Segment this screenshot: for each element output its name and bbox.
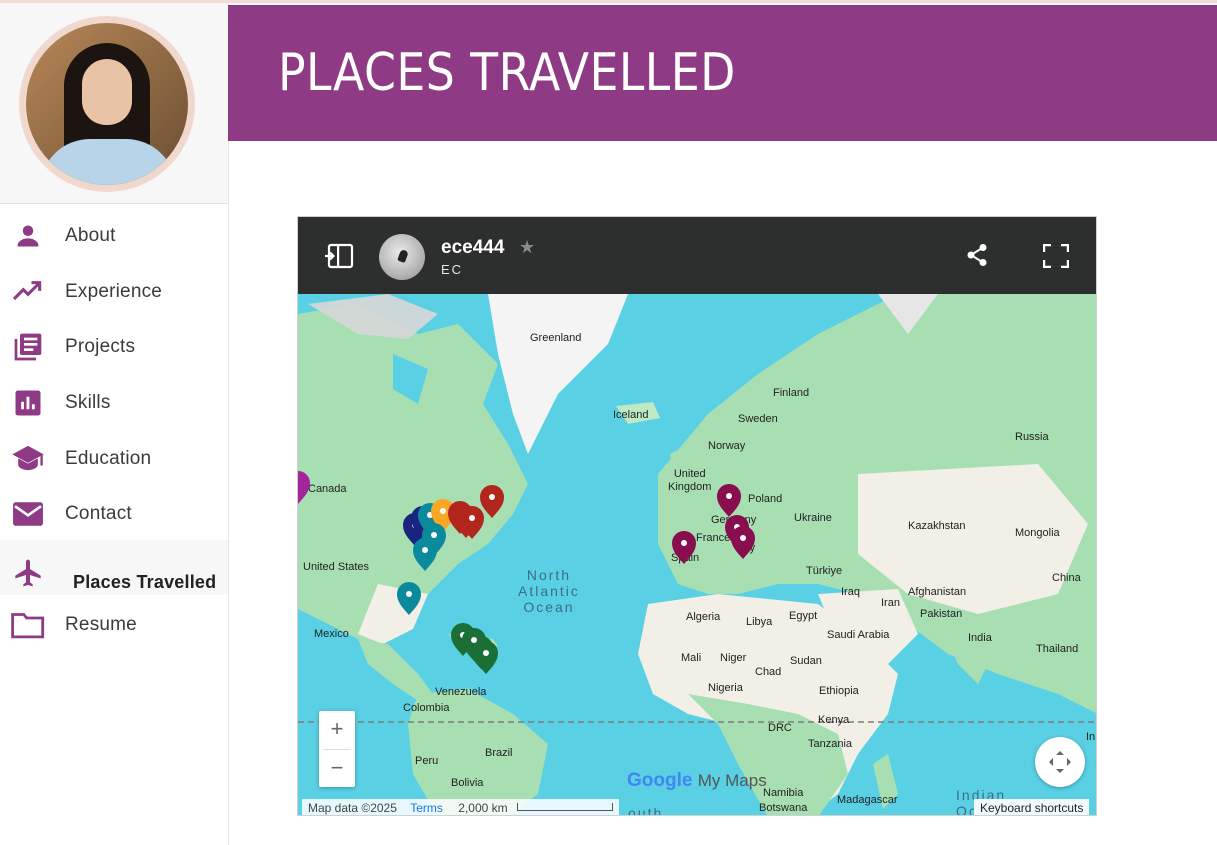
scale-bar: [516, 803, 613, 811]
share-icon[interactable]: [966, 243, 988, 272]
pin-spain[interactable]: [672, 531, 696, 564]
sidebar-item-projects[interactable]: Projects: [0, 322, 228, 372]
google-my-maps-logo: Google My Maps: [627, 770, 767, 791]
pin-newfoundland[interactable]: [480, 485, 504, 518]
mail-icon: [11, 497, 45, 531]
sidebar-item-places-travelled[interactable]: Places Travelled: [0, 540, 228, 595]
map-embed[interactable]: ece444 ★ EC Greenland Iceland Finland Sw…: [297, 216, 1097, 816]
person-icon: [11, 219, 45, 253]
fullscreen-icon[interactable]: [1042, 243, 1070, 273]
sidebar-item-label: Experience: [65, 281, 163, 302]
pin-florida[interactable]: [397, 582, 421, 615]
sidebar-item-label: About: [65, 225, 116, 246]
pin-netherlands[interactable]: [717, 484, 741, 517]
graduation-cap-icon: [11, 442, 45, 476]
sidebar-item-label: Places Travelled: [73, 572, 217, 592]
map-canvas[interactable]: Greenland Iceland Finland Sweden Norway …: [298, 294, 1096, 815]
sidebar-item-label: Projects: [65, 336, 136, 357]
sidebar-item-label: Contact: [65, 503, 132, 524]
library-books-icon: [11, 330, 45, 364]
sidebar-item-about[interactable]: About: [0, 211, 228, 261]
profile-photo: [26, 23, 188, 185]
profile-section: [0, 3, 228, 204]
map-title[interactable]: ece444: [441, 237, 504, 259]
pan-control-button[interactable]: [1035, 737, 1085, 787]
sidebar-item-experience[interactable]: Experience: [0, 267, 228, 317]
scale-label: 2,000 km: [458, 801, 508, 815]
zoom-in-button[interactable]: +: [319, 711, 355, 749]
map-subtitle: EC: [441, 262, 464, 277]
map-data-text: Map data ©2025: [308, 801, 397, 815]
toggle-legend-icon[interactable]: [324, 243, 354, 274]
sidebar-item-label: Resume: [65, 614, 137, 635]
keyboard-shortcuts-link[interactable]: Keyboard shortcuts: [974, 799, 1090, 815]
sidebar-item-contact[interactable]: Contact: [0, 489, 228, 539]
terms-link[interactable]: Terms: [410, 801, 443, 815]
pin-italy[interactable]: [731, 526, 755, 559]
bar-chart-icon: [11, 386, 45, 420]
airplane-icon: [11, 556, 45, 590]
trending-up-icon: [11, 275, 45, 309]
sidebar-item-resume[interactable]: Resume: [0, 600, 228, 650]
map-owner-avatar: [379, 234, 425, 280]
star-icon[interactable]: ★: [519, 237, 535, 258]
map-toolbar: ece444 ★ EC: [298, 217, 1096, 294]
sidebar-item-education[interactable]: Education: [0, 434, 228, 484]
zoom-controls: + −: [319, 711, 355, 787]
avatar: [19, 16, 195, 192]
pin-boston[interactable]: [413, 538, 437, 571]
sidebar-item-skills[interactable]: Skills: [0, 378, 228, 428]
map-attribution: Map data ©2025 Terms 2,000 km: [302, 799, 619, 815]
folder-icon: [11, 608, 45, 642]
map-pins: [298, 471, 755, 674]
sidebar-item-label: Education: [65, 448, 152, 469]
sidebar-item-label: Skills: [65, 392, 111, 413]
page-title: PLACES TRAVELLED: [278, 43, 736, 103]
pin-canada-west[interactable]: [298, 471, 310, 504]
move-arrows-icon: [1049, 751, 1071, 773]
page-header: PLACES TRAVELLED: [228, 5, 1217, 141]
zoom-out-button[interactable]: −: [319, 750, 355, 788]
